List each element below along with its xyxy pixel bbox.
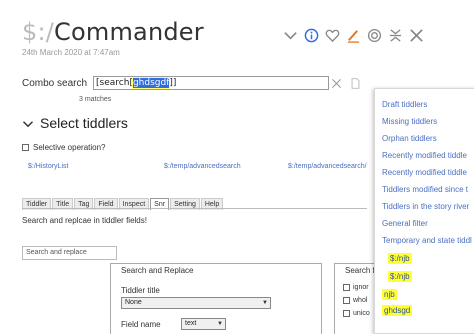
search-replace-input[interactable]: Search and replace (22, 246, 117, 260)
field-name-value: text (185, 320, 197, 327)
chevron-down-icon: ▼ (217, 321, 223, 327)
path-link[interactable]: $:/temp/advancedsearch/ (288, 163, 367, 170)
dropdown-item[interactable]: Recently modified tiddle (382, 168, 467, 177)
flag-label: whol (353, 297, 368, 304)
field-name-label: Field name (121, 320, 161, 329)
selective-operation[interactable]: Selective operation? (22, 143, 106, 152)
close-icon[interactable] (409, 28, 424, 43)
tiddler-title-value: None (125, 299, 142, 306)
dropdown-item-highlighted[interactable]: ghdsgd (382, 305, 413, 316)
combo-search-input[interactable]: [search[ghdsgdf]] (93, 76, 330, 90)
path-link[interactable]: $:/HistoryList (28, 163, 68, 170)
select-tiddlers-header[interactable]: Select tiddlers (22, 115, 128, 131)
dropdown-item-highlighted[interactable]: njb (382, 289, 397, 300)
flag-option[interactable]: ignor (343, 284, 369, 291)
tiddler-title-label: Tiddler title (121, 286, 160, 295)
combo-search-dropdown: Draft tiddlers Missing tiddlers Orphan t… (374, 88, 474, 334)
clear-icon[interactable] (331, 78, 342, 89)
tiddler-header: $:/Commander 24th March 2020 at 7:47am (22, 18, 204, 57)
modified-date: 24th March 2020 at 7:47am (22, 48, 120, 57)
field-name-select[interactable]: text ▼ (181, 318, 226, 330)
section-title: Select tiddlers (40, 115, 128, 131)
chevron-down-icon[interactable] (283, 28, 298, 43)
dropdown-item[interactable]: Draft tiddlers (382, 100, 427, 109)
flag-option[interactable]: unico (343, 310, 370, 317)
file-icon[interactable] (350, 78, 361, 89)
dropdown-item[interactable]: Orphan tiddlers (382, 134, 437, 143)
combo-value-suffix: ]] (169, 78, 177, 88)
flag-checkbox[interactable] (343, 284, 350, 291)
combo-value-prefix: [search[ (96, 78, 133, 88)
dropdown-item[interactable]: General filter (382, 219, 428, 228)
flags-legend: Search f (343, 266, 377, 275)
tiddler-title-select[interactable]: None ▼ (121, 297, 271, 309)
fieldset-legend: Search and Replace (119, 266, 196, 275)
dropdown-item-highlighted[interactable]: $:/njb (388, 271, 412, 282)
dropdown-item[interactable]: Recently modified tiddle (382, 151, 467, 160)
selective-checkbox[interactable] (22, 144, 29, 151)
dropdown-item[interactable]: Temporary and state tiddl (382, 236, 472, 245)
dropdown-item[interactable]: Tiddlers modified since t (382, 185, 468, 194)
flag-checkbox[interactable] (343, 310, 350, 317)
dropdown-item[interactable]: Tiddlers in the story river (382, 202, 469, 211)
path-link[interactable]: $:/temp/advancedsearch (164, 163, 241, 170)
flag-label: unico (353, 310, 370, 317)
tab-divider (22, 208, 367, 209)
combo-value-selected: ghdsgdf (131, 77, 171, 89)
dropdown-item-highlighted[interactable]: $:/njb (388, 253, 412, 264)
flag-checkbox[interactable] (343, 297, 350, 304)
collapse-icon[interactable] (388, 28, 403, 43)
title-text: Commander (54, 18, 204, 46)
chevron-down-icon: ▼ (262, 300, 268, 306)
combo-search-label: Combo search (22, 77, 88, 89)
chevron-down-icon (22, 117, 34, 129)
edit-icon[interactable] (346, 28, 361, 43)
dropdown-item[interactable]: Missing tiddlers (382, 117, 437, 126)
selective-label: Selective operation? (33, 143, 106, 152)
flag-label: ignor (353, 284, 369, 291)
target-icon[interactable] (367, 28, 382, 43)
heart-icon[interactable] (325, 28, 340, 43)
match-count: 3 matches (79, 96, 112, 103)
search-replace-fieldset: Search and Replace Tiddler title None ▼ … (110, 263, 322, 334)
combo-search-row: Combo search [search[ghdsgdf]] (22, 76, 330, 90)
info-icon[interactable] (304, 28, 319, 43)
title-prefix: $:/ (22, 18, 55, 46)
tiddler-toolbar (283, 28, 424, 43)
flag-option[interactable]: whol (343, 297, 367, 304)
snr-description: Search and replcae in tiddler fields! (22, 216, 147, 225)
combo-actions (331, 78, 361, 89)
page-title: $:/Commander (22, 18, 204, 46)
